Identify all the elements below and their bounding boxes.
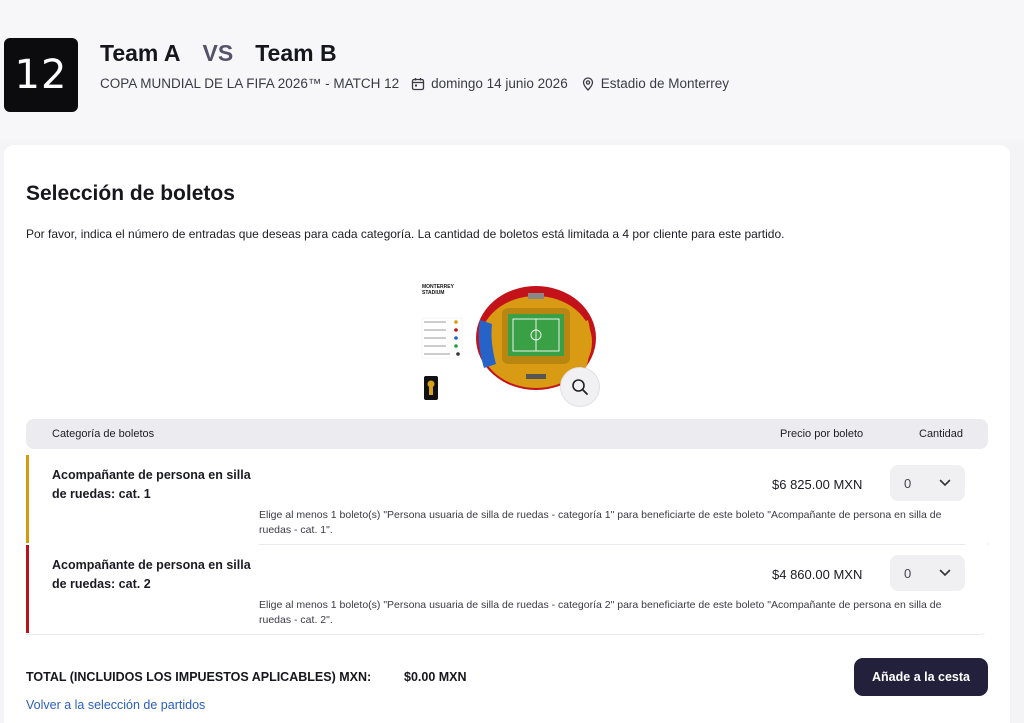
ticket-row: Acompañante de persona en silla de rueda… xyxy=(26,545,988,633)
match-header: 12 Team A VS Team B COPA MUNDIAL DE LA F… xyxy=(0,0,1024,140)
total-value: $0.00 MXN xyxy=(404,670,467,684)
col-quantity-header: Cantidad xyxy=(919,428,964,440)
ticket-price: $6 825.00 MXN xyxy=(772,477,863,492)
back-to-matches-link[interactable]: Volver a la selección de partidos xyxy=(26,698,205,712)
category-color-bar xyxy=(26,455,29,543)
location-pin-icon xyxy=(582,76,593,91)
ticket-requirement-note: Elige al menos 1 boleto(s) "Persona usua… xyxy=(259,599,942,626)
page-title: Selección de boletos xyxy=(26,182,235,205)
match-date-text: domingo 14 junio 2026 xyxy=(431,76,568,91)
match-date: domingo 14 junio 2026 xyxy=(411,76,568,91)
ticket-requirement-note: Elige al menos 1 boleto(s) "Persona usua… xyxy=(259,509,942,536)
vs-label: VS xyxy=(202,39,234,66)
map-legend xyxy=(421,317,463,359)
quantity-select[interactable]: 0 xyxy=(890,465,965,501)
ticket-selection-card: Selección de boletos Por favor, indica e… xyxy=(4,145,1010,723)
chevron-down-icon xyxy=(939,569,951,577)
magnifier-icon xyxy=(572,379,588,395)
trophy-logo-icon xyxy=(424,376,438,400)
chevron-down-icon xyxy=(939,479,951,487)
ticket-category-name: Acompañante de persona en silla de rueda… xyxy=(52,468,251,501)
stadium-label-line2: STADIUM xyxy=(422,290,444,296)
match-number-badge: 12 xyxy=(4,38,78,112)
team-home: Team A xyxy=(100,39,181,66)
instructions-text: Por favor, indica el número de entradas … xyxy=(26,227,785,241)
match-teams: Team A VS Team B xyxy=(100,38,337,68)
ticket-row: Acompañante de persona en silla de rueda… xyxy=(26,455,988,543)
map-zoom-button[interactable] xyxy=(560,367,600,407)
calendar-icon xyxy=(411,77,425,90)
total-label: TOTAL (INCLUIDOS LOS IMPUESTOS APLICABLE… xyxy=(26,670,372,684)
competition-label: COPA MUNDIAL DE LA FIFA 2026™ - MATCH 12 xyxy=(100,76,400,91)
match-venue: Estadio de Monterrey xyxy=(581,76,729,91)
ticket-category-name: Acompañante de persona en silla de rueda… xyxy=(52,558,251,591)
col-price-header: Precio por boleto xyxy=(780,428,864,440)
category-color-bar xyxy=(26,545,29,633)
add-to-cart-button[interactable]: Añade a la cesta xyxy=(854,658,988,696)
quantity-value: 0 xyxy=(904,475,912,491)
quantity-value: 0 xyxy=(904,565,912,581)
col-category-header: Categoría de boletos xyxy=(52,428,155,440)
team-away: Team B xyxy=(255,39,337,66)
ticket-price: $4 860.00 MXN xyxy=(772,567,863,582)
match-meta: COPA MUNDIAL DE LA FIFA 2026™ - MATCH 12… xyxy=(100,76,742,91)
match-venue-text: Estadio de Monterrey xyxy=(600,76,730,91)
quantity-select[interactable]: 0 xyxy=(890,555,965,591)
ticket-table-header: Categoría de boletos Precio por boleto C… xyxy=(26,419,988,449)
